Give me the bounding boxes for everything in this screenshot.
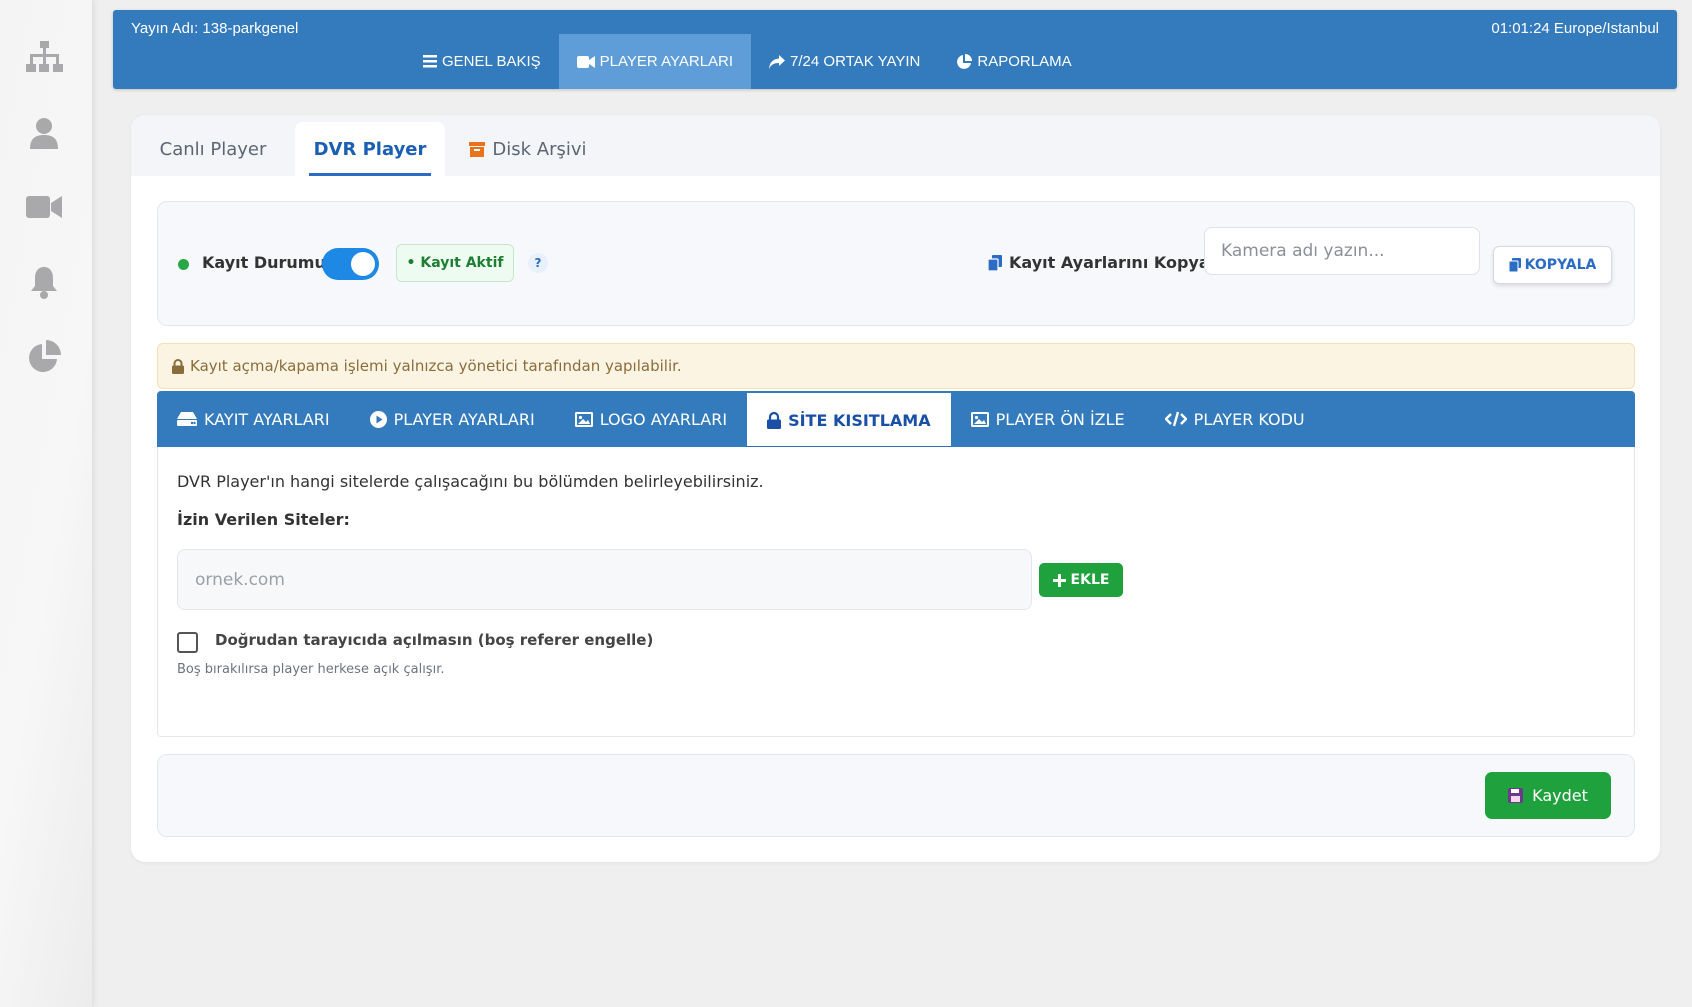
save-panel: Kaydet — [157, 754, 1635, 837]
subtab-player-kodu[interactable]: PLAYER KODU — [1145, 391, 1325, 447]
tab-disk-arsivi[interactable]: Disk Arşivi — [453, 122, 603, 176]
toggle-knob — [351, 252, 375, 276]
recording-status-panel: Kayıt Durumu: • Kayıt Aktif ? Kayıt Ayar… — [157, 201, 1635, 326]
subtab-player-on-izle[interactable]: PLAYER ÖN İZLE — [951, 391, 1145, 447]
subtab-label: KAYIT AYARLARI — [204, 409, 330, 429]
status-dot — [178, 259, 189, 270]
add-button-label: EKLE — [1070, 572, 1110, 588]
block-empty-referer-label[interactable]: Doğrudan tarayıcıda açılmasın (boş refer… — [215, 631, 653, 649]
subtab-label: LOGO AYARLARI — [599, 409, 728, 429]
subtab-label: PLAYER ÖN İZLE — [995, 409, 1125, 429]
settings-subnav: KAYIT AYARLARI PLAYER AYARLARI LOGO AYAR… — [157, 391, 1635, 449]
top-bar: Yayın Adı: 138-parkgenel 01:01:24 Europe… — [113, 10, 1677, 89]
top-nav: GENEL BAKIŞ PLAYER AYARLARI 7/24 ORTAK Y… — [405, 34, 1090, 89]
camera-name-input[interactable] — [1204, 227, 1480, 275]
archive-box-icon — [469, 141, 486, 157]
save-button[interactable]: Kaydet — [1485, 772, 1611, 819]
block-empty-referer-checkbox[interactable] — [177, 632, 198, 653]
sitemap-icon[interactable] — [24, 40, 64, 74]
site-restriction-panel: DVR Player'ın hangi sitelerde çalışacağı… — [157, 447, 1635, 737]
site-restriction-hint: Boş bırakılırsa player herkese açık çalı… — [177, 662, 445, 677]
nav-label: RAPORLAMA — [977, 53, 1072, 70]
copy-settings-text: Kayıt Ayarlarını Kopyala: — [1009, 253, 1233, 272]
recording-toggle[interactable] — [322, 248, 379, 280]
sidebar — [0, 0, 93, 1007]
video-camera-icon[interactable] — [24, 190, 64, 224]
image-icon — [970, 411, 989, 427]
clock: 01:01:24 Europe/Istanbul — [1491, 20, 1659, 37]
subtab-kayit-ayarlari[interactable]: KAYIT AYARLARI — [157, 391, 350, 447]
copy-icon — [1508, 258, 1521, 272]
copy-settings-label: Kayıt Ayarlarını Kopyala: — [988, 253, 1232, 272]
subtab-player-ayarlari[interactable]: PLAYER AYARLARI — [350, 391, 555, 447]
nav-label: PLAYER AYARLARI — [599, 53, 734, 70]
tab-dvr-player[interactable]: DVR Player — [295, 122, 445, 176]
share-icon — [769, 54, 786, 69]
nav-raporlama[interactable]: RAPORLAMA — [938, 34, 1089, 89]
pie-chart-icon[interactable] — [24, 340, 64, 374]
active-tab-underline — [309, 173, 431, 176]
subtab-site-kisitlama[interactable]: SİTE KISITLAMA — [747, 393, 951, 449]
allowed-sites-label: İzin Verilen Siteler: — [177, 510, 350, 529]
image-icon — [574, 411, 593, 427]
recording-status-label: Kayıt Durumu: — [202, 253, 333, 272]
list-icon — [423, 55, 437, 68]
tab-label: Disk Arşivi — [492, 138, 587, 160]
copy-button-label: KOPYALA — [1524, 257, 1597, 273]
video-camera-icon — [576, 55, 595, 68]
tab-label: Canlı Player — [159, 138, 267, 160]
copy-icon — [988, 254, 1002, 271]
tab-canli-player[interactable]: Canlı Player — [139, 122, 287, 176]
nav-genel-bakis[interactable]: GENEL BAKIŞ — [405, 34, 559, 89]
recording-active-badge: • Kayıt Aktif — [396, 244, 514, 282]
subtab-logo-ayarlari[interactable]: LOGO AYARLARI — [555, 391, 747, 447]
save-button-label: Kaydet — [1532, 786, 1588, 805]
nav-label: GENEL BAKIŞ — [442, 53, 541, 70]
floppy-disk-icon — [1508, 788, 1524, 803]
nav-label: 7/24 ORTAK YAYIN — [790, 53, 921, 70]
stream-name: Yayın Adı: 138-parkgenel — [131, 20, 299, 37]
nav-ortak-yayin[interactable]: 7/24 ORTAK YAYIN — [751, 34, 938, 89]
add-site-button[interactable]: EKLE — [1039, 563, 1123, 597]
tab-label: DVR Player — [313, 138, 427, 160]
subtab-label: PLAYER KODU — [1193, 409, 1305, 429]
help-icon[interactable]: ? — [528, 253, 548, 273]
card-tabs: Canlı Player DVR Player Disk Arşivi — [131, 115, 1660, 176]
bell-icon[interactable] — [24, 265, 64, 299]
user-icon[interactable] — [24, 116, 64, 150]
lock-icon — [767, 411, 782, 429]
admin-warning: Kayıt açma/kapama işlemi yalnızca yöneti… — [157, 343, 1635, 389]
site-input[interactable] — [177, 549, 1032, 610]
subtab-label: PLAYER AYARLARI — [393, 409, 535, 429]
play-circle-icon — [369, 410, 387, 428]
copy-button[interactable]: KOPYALA — [1493, 246, 1612, 284]
lock-icon — [172, 358, 184, 374]
nav-player-ayarlari[interactable]: PLAYER AYARLARI — [558, 34, 752, 89]
subtab-label: SİTE KISITLAMA — [788, 410, 931, 430]
main-card: Canlı Player DVR Player Disk Arşivi Kayı… — [131, 115, 1660, 862]
code-icon — [1164, 411, 1187, 427]
warning-text: Kayıt açma/kapama işlemi yalnızca yöneti… — [190, 357, 682, 375]
plus-icon — [1052, 573, 1066, 587]
site-restriction-description: DVR Player'ın hangi sitelerde çalışacağı… — [177, 472, 764, 491]
hard-drive-icon — [177, 412, 197, 426]
pie-chart-icon — [957, 53, 973, 69]
